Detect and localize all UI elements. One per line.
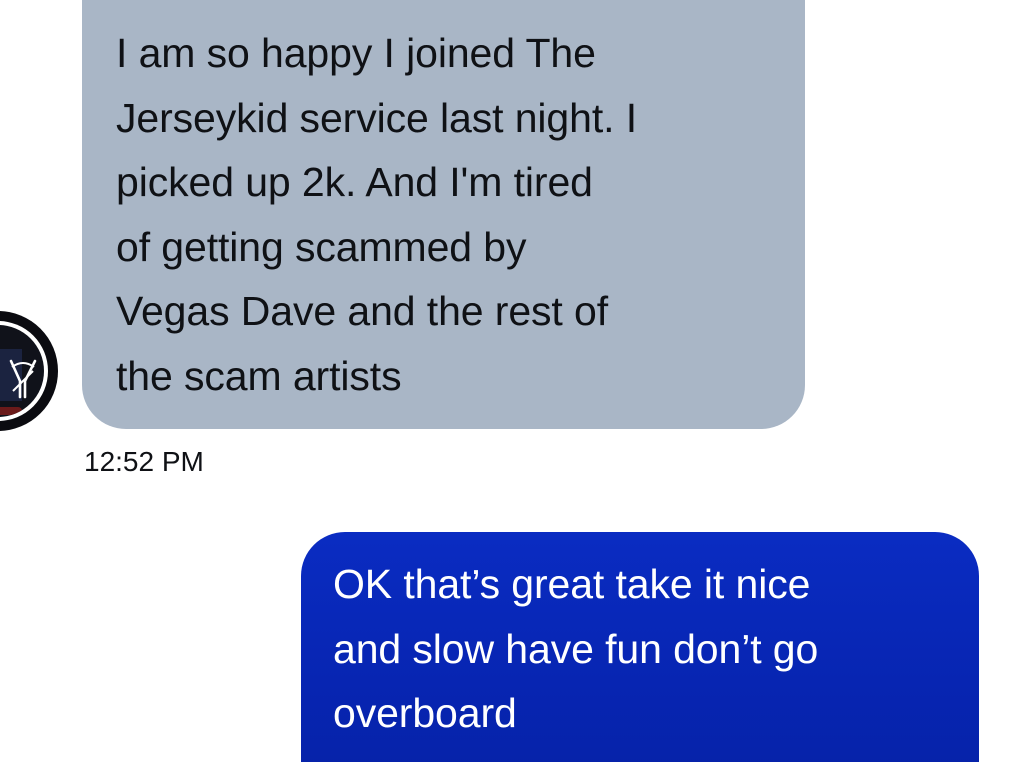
- avatar-inner: [0, 325, 44, 417]
- contact-avatar[interactable]: [0, 311, 58, 431]
- ny-yankees-logo-icon: [9, 359, 37, 399]
- avatar-accent: [0, 407, 22, 415]
- message-timestamp: 12:52 PM: [84, 446, 204, 477]
- message-thread: I am so happy I joined The Jerseykid ser…: [0, 0, 1024, 762]
- incoming-message-bubble[interactable]: I am so happy I joined The Jerseykid ser…: [82, 0, 805, 429]
- outgoing-message-bubble[interactable]: OK that’s great take it nice and slow ha…: [301, 532, 979, 762]
